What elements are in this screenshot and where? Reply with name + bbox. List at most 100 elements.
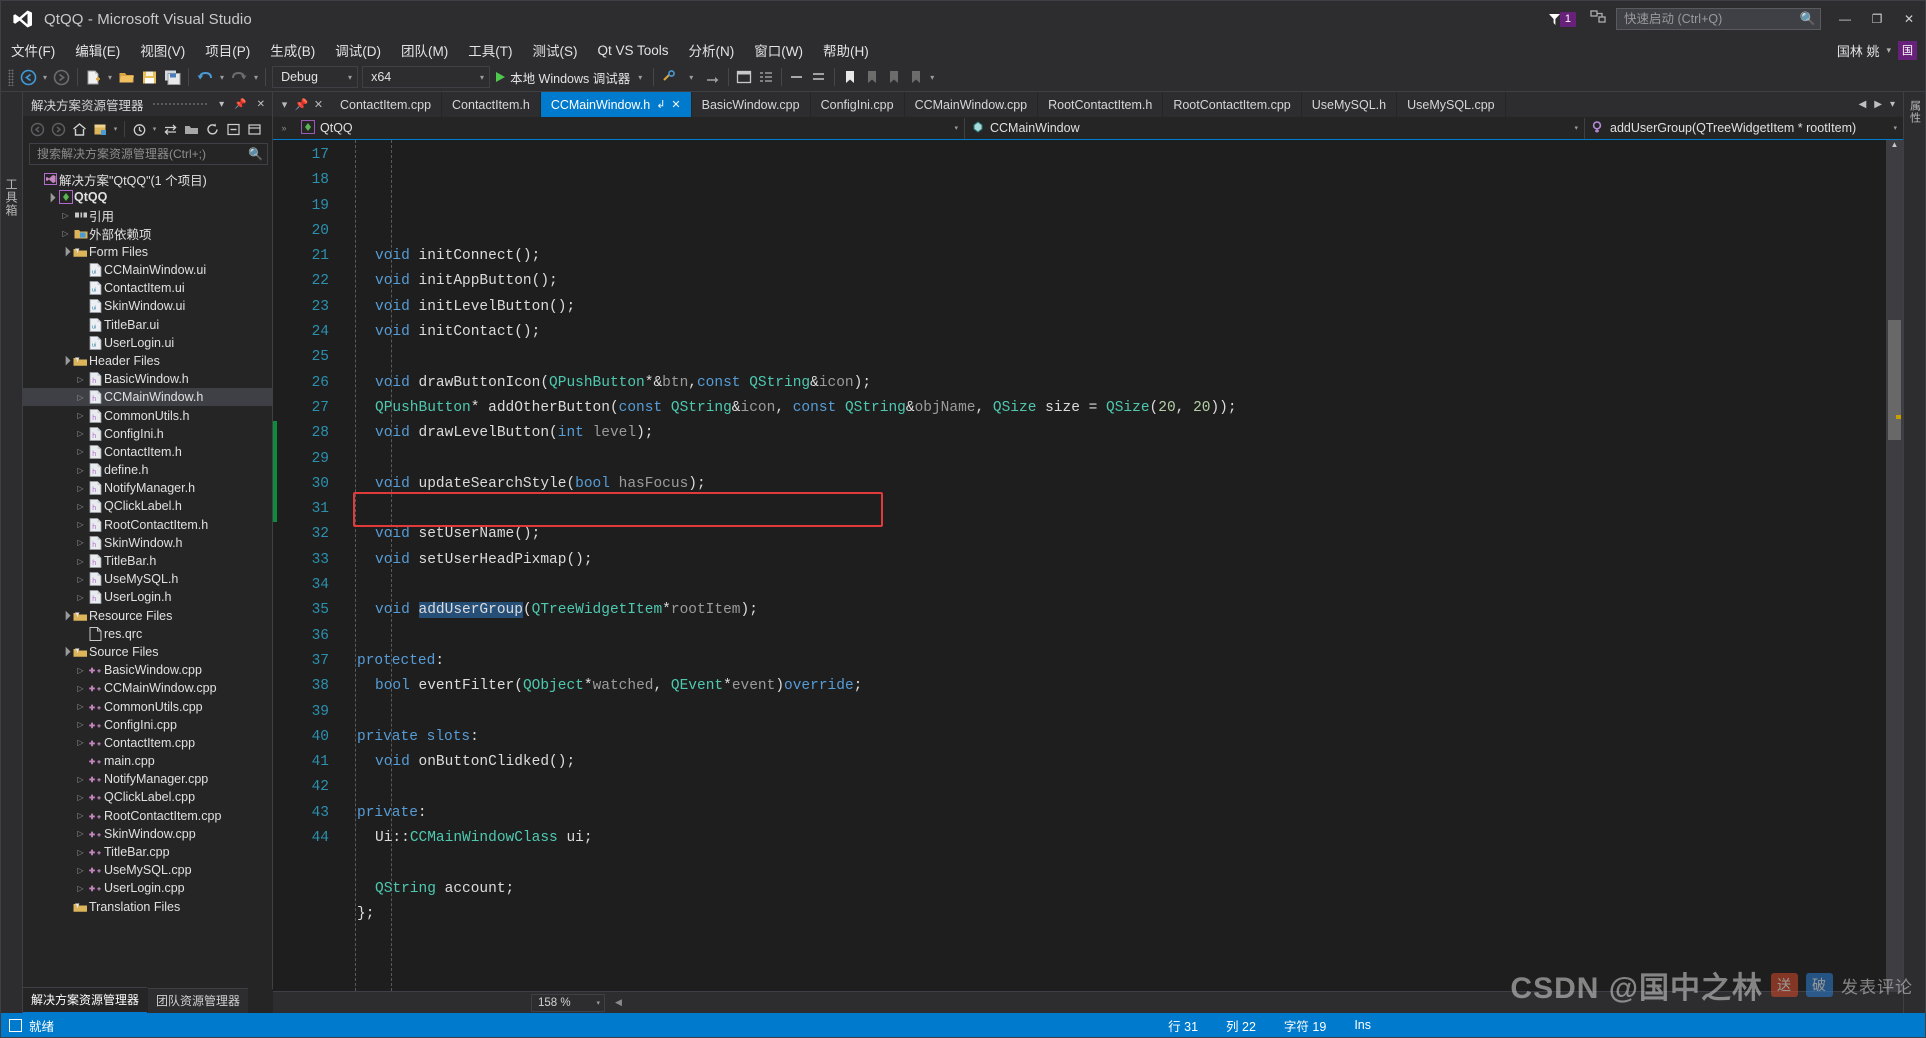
home-icon[interactable] <box>69 119 89 139</box>
chevron-right-icon[interactable]: ▷ <box>74 538 87 547</box>
bookmark-icon[interactable] <box>839 66 861 88</box>
tree-item-titlebar-h[interactable]: ▷hTitleBar.h <box>23 552 272 570</box>
chevron-down-icon[interactable]: ▾ <box>105 73 115 82</box>
tree-item-configini-cpp[interactable]: ▷ConfigIni.cpp <box>23 716 272 734</box>
minimize-button[interactable]: — <box>1829 2 1861 36</box>
close-icon[interactable]: ✕ <box>310 98 327 111</box>
chevron-right-icon[interactable]: ▷ <box>74 502 87 511</box>
attach-process-icon[interactable] <box>658 66 680 88</box>
chevron-right-icon[interactable]: ▷ <box>74 720 87 729</box>
tree-item-[interactable]: ▷引用 <box>23 206 272 224</box>
code-line[interactable]: protected: <box>339 649 1886 674</box>
notifications-button[interactable]: 1 <box>1547 12 1576 27</box>
panel-grip[interactable] <box>152 102 209 107</box>
chevron-down-icon[interactable]: ▾ <box>635 73 645 82</box>
vertical-scrollbar[interactable]: ▲ <box>1886 140 1903 991</box>
chevron-down-icon[interactable]: ▾ <box>251 73 261 82</box>
tree-item-commonutils-h[interactable]: ▷hCommonUtils.h <box>23 406 272 424</box>
next-bookmark-icon[interactable] <box>883 66 905 88</box>
solution-explorer-search[interactable]: 🔍 <box>29 143 268 165</box>
tab-list-icon[interactable]: ▾ <box>1886 99 1899 110</box>
clear-bookmarks-icon[interactable] <box>905 66 927 88</box>
code-line[interactable]: void onButtonClidked(); <box>339 750 1886 775</box>
chevron-right-icon[interactable]: ▷ <box>74 884 87 893</box>
chevron-right-icon[interactable]: ▷ <box>74 738 87 747</box>
tree-item-configini-h[interactable]: ▷hConfigIni.h <box>23 425 272 443</box>
tree-item-contactitem-ui[interactable]: uiContactItem.ui <box>23 279 272 297</box>
chevron-right-icon[interactable]: ▷ <box>74 829 87 838</box>
tree-item-userlogin-h[interactable]: ▷hUserLogin.h <box>23 588 272 606</box>
code-line[interactable] <box>339 927 1886 952</box>
tree-item-userlogin-cpp[interactable]: ▷UserLogin.cpp <box>23 879 272 897</box>
editor-tab-usemysql-cpp[interactable]: UseMySQL.cpp <box>1397 92 1506 117</box>
chevron-right-icon[interactable]: ▷ <box>74 484 87 493</box>
tree-item-qclicklabel-h[interactable]: ▷hQClickLabel.h <box>23 497 272 515</box>
new-item-icon[interactable] <box>82 66 105 88</box>
step-over-icon[interactable] <box>702 66 724 88</box>
chevron-down-icon[interactable]: ▾ <box>1574 124 1578 132</box>
window-layout-icon[interactable] <box>733 66 755 88</box>
menu-build[interactable]: 生成(B) <box>260 37 325 63</box>
pin-icon[interactable]: ↲ <box>656 98 665 111</box>
platform-combo[interactable]: x64 ▾ <box>362 66 490 88</box>
tree-item-basicwindow-cpp[interactable]: ▷BasicWindow.cpp <box>23 661 272 679</box>
editor-tab-ccmainwindow-h[interactable]: CCMainWindow.h↲✕ <box>541 92 692 117</box>
chevron-right-icon[interactable]: ▷ <box>74 775 87 784</box>
code-text[interactable]: void initConnect();void initAppButton();… <box>339 140 1886 991</box>
tree-item-main-cpp[interactable]: main.cpp <box>23 752 272 770</box>
code-editor[interactable]: 1718192021222324252627282930313233343536… <box>273 140 1903 991</box>
previous-bookmark-icon[interactable] <box>861 66 883 88</box>
chevron-right-icon[interactable]: ▷ <box>59 211 72 220</box>
editor-tab-contactitem-cpp[interactable]: ContactItem.cpp <box>330 92 442 117</box>
show-all-files-icon[interactable] <box>181 119 201 139</box>
tree-item-header-files[interactable]: ◢Header Files <box>23 352 272 370</box>
tree-item-ccmainwindow-cpp[interactable]: ▷CCMainWindow.cpp <box>23 679 272 697</box>
menu-file[interactable]: 文件(F) <box>1 37 65 63</box>
tree-item-usemysql-h[interactable]: ▷hUseMySQL.h <box>23 570 272 588</box>
scroll-left-icon[interactable]: ◀ <box>615 997 622 1008</box>
tree-item-commonutils-cpp[interactable]: ▷CommonUtils.cpp <box>23 697 272 715</box>
close-button[interactable]: ✕ <box>1893 2 1925 36</box>
tree-item-rootcontactitem-cpp[interactable]: ▷RootContactItem.cpp <box>23 807 272 825</box>
chevron-right-icon[interactable]: ▷ <box>74 684 87 693</box>
tree-item-ccmainwindow-h[interactable]: ▷hCCMainWindow.h <box>23 388 272 406</box>
code-line[interactable]: private: <box>339 801 1886 826</box>
outdent-icon[interactable] <box>786 66 808 88</box>
tree-item-define-h[interactable]: ▷hdefine.h <box>23 461 272 479</box>
navbar-type-combo[interactable]: CCMainWindow ▾ <box>965 118 1585 139</box>
code-line[interactable]: }; <box>339 902 1886 927</box>
menu-debug[interactable]: 调试(D) <box>325 37 391 63</box>
chevron-right-icon[interactable]: ▷ <box>74 866 87 875</box>
close-icon[interactable]: ✕ <box>254 99 268 110</box>
sync-icon[interactable] <box>160 119 180 139</box>
navbar-member-combo[interactable]: addUserGroup(QTreeWidgetItem * rootItem)… <box>1585 118 1903 139</box>
scroll-thumb[interactable] <box>1888 320 1901 440</box>
solution-tree[interactable]: 解决方案"QtQQ"(1 个项目)◢QtQQ▷引用▷外部依赖项◢Form Fil… <box>23 168 272 1001</box>
toolbar-grip[interactable] <box>8 69 14 86</box>
code-line[interactable]: void initLevelButton(); <box>339 295 1886 320</box>
menu-help[interactable]: 帮助(H) <box>813 37 879 63</box>
chevron-right-icon[interactable]: ▷ <box>74 393 87 402</box>
chevron-right-icon[interactable]: ▷ <box>74 666 87 675</box>
tree-item-skinwindow-ui[interactable]: uiSkinWindow.ui <box>23 297 272 315</box>
tree-item-skinwindow-cpp[interactable]: ▷SkinWindow.cpp <box>23 825 272 843</box>
chevron-down-icon[interactable]: ▾ <box>1893 124 1897 132</box>
save-all-icon[interactable] <box>161 66 184 88</box>
code-line[interactable]: void initConnect(); <box>339 244 1886 269</box>
redo-icon[interactable] <box>227 66 251 88</box>
menu-test[interactable]: 测试(S) <box>523 37 588 63</box>
search-input[interactable] <box>37 147 248 161</box>
code-line[interactable]: void setUserName(); <box>339 522 1886 547</box>
tree-item-basicwindow-h[interactable]: ▷hBasicWindow.h <box>23 370 272 388</box>
code-line[interactable]: QPushButton* addOtherButton(const QStrin… <box>339 396 1886 421</box>
tree-item-qtqq-1[interactable]: 解决方案"QtQQ"(1 个项目) <box>23 170 272 188</box>
code-line[interactable]: void drawLevelButton(int level); <box>339 421 1886 446</box>
properties-icon[interactable] <box>90 119 110 139</box>
code-line[interactable] <box>339 851 1886 876</box>
open-file-icon[interactable] <box>115 66 138 88</box>
tree-item-[interactable]: ▷外部依赖项 <box>23 225 272 243</box>
tree-item-contactitem-h[interactable]: ▷hContactItem.h <box>23 443 272 461</box>
chevron-down-icon[interactable]: ▾ <box>680 66 702 88</box>
chevron-right-icon[interactable]: ▷ <box>74 575 87 584</box>
chevron-right-icon[interactable]: ▷ <box>59 229 72 238</box>
